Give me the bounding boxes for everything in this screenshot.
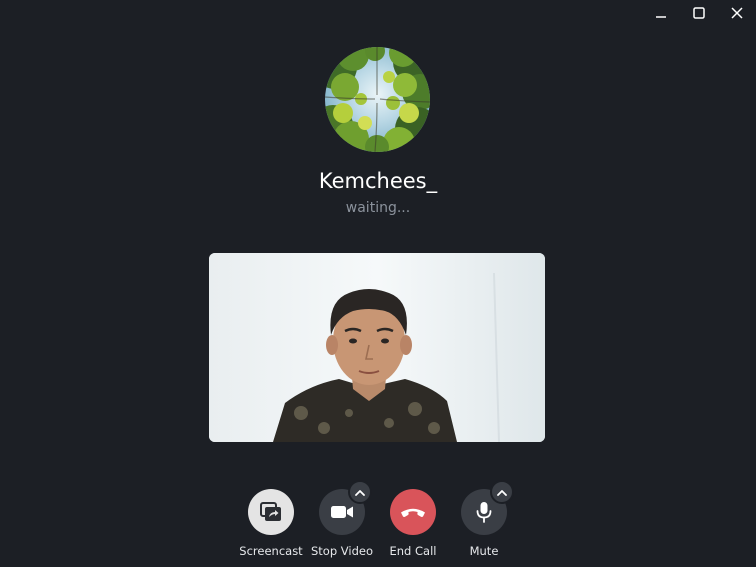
call-status: waiting... [345,200,411,216]
video-camera-icon [331,506,353,518]
screencast-icon [260,502,281,521]
maximize-button[interactable] [680,0,718,26]
screencast-control: Screencast [233,489,309,558]
close-button[interactable] [718,0,756,26]
peer-avatar [325,47,430,152]
mute-control: Mute [446,480,522,558]
close-icon [731,7,743,19]
maximize-icon [693,7,705,19]
chevron-up-icon [355,489,365,496]
stop-video-control: Stop Video [304,480,380,558]
mute-label: Mute [469,544,499,558]
end-call-control: End Call [375,489,451,558]
mute-button[interactable] [461,480,514,535]
video-options-button[interactable] [348,480,372,504]
end-call-label: End Call [389,544,437,558]
microphone-icon [476,502,492,523]
minimize-button[interactable] [642,0,680,26]
peer-name: Kemchees_ [318,169,438,193]
audio-options-button[interactable] [490,480,514,504]
end-call-button[interactable] [390,489,436,535]
chevron-up-icon [497,489,507,496]
screencast-label: Screencast [239,544,303,558]
call-controls: Screencast Stop Video End Call Mute [0,480,756,567]
screencast-button[interactable] [248,489,294,535]
stop-video-button[interactable] [319,480,372,535]
stop-video-label: Stop Video [310,544,374,558]
call-window: Kemchees_ waiting... Screencast Stop Vid… [0,0,756,567]
window-controls [642,0,756,26]
self-video-preview [209,253,545,442]
phone-hangup-icon [401,508,425,517]
minimize-icon [656,16,666,18]
